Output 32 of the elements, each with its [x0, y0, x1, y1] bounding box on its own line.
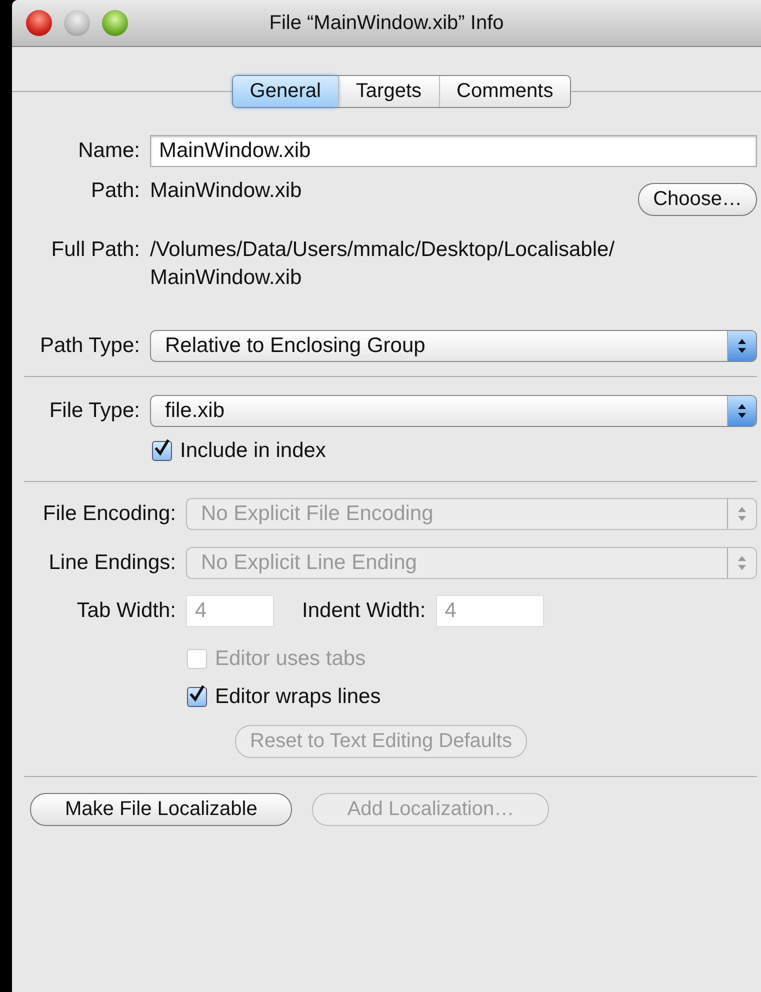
tab[interactable]: Comments [438, 76, 570, 106]
close-button[interactable] [26, 10, 52, 36]
field-label: Full Path: [50, 238, 140, 262]
choose-button[interactable]: Choose… [638, 183, 757, 216]
checkbox[interactable]: Editor wraps lines [187, 685, 381, 709]
tab[interactable]: General [232, 76, 338, 106]
stepper-arrows-icon [737, 505, 747, 523]
field-label: Tab Width: [76, 599, 176, 623]
full-path-value: /Volumes/Data/Users/mmalc/Desktop/Localisable/ [150, 238, 615, 262]
action-button[interactable]: Make File Localizable [30, 793, 292, 826]
stepper-arrows-icon [737, 337, 747, 355]
checkmark-icon [188, 684, 206, 704]
field-label: File Encoding: [42, 502, 176, 526]
tab[interactable]: Targets [338, 76, 439, 106]
field-label: Path Type: [38, 334, 140, 358]
checkbox[interactable]: Include in index [152, 439, 326, 463]
field-label: Name: [77, 139, 140, 163]
stepper-arrows-icon [737, 554, 747, 572]
name-field[interactable]: MainWindow.xib [150, 135, 757, 167]
field-label: Line Endings: [48, 551, 176, 575]
field-label: File Type: [48, 399, 140, 423]
field-label: Path: [90, 178, 140, 203]
popup-menu[interactable]: Relative to Enclosing Group [150, 330, 757, 362]
path-value: MainWindow.xib [150, 178, 303, 203]
full-path-value: MainWindow.xib [150, 266, 303, 290]
popup-menu[interactable]: file.xib [150, 395, 757, 427]
checkmark-icon [153, 438, 171, 458]
minimize-button[interactable] [64, 10, 90, 36]
field-label: Indent Width: [302, 599, 426, 623]
zoom-button[interactable] [102, 10, 128, 36]
window-title: File “MainWindow.xib” Info [269, 12, 504, 34]
stepper-arrows-icon [737, 402, 747, 420]
